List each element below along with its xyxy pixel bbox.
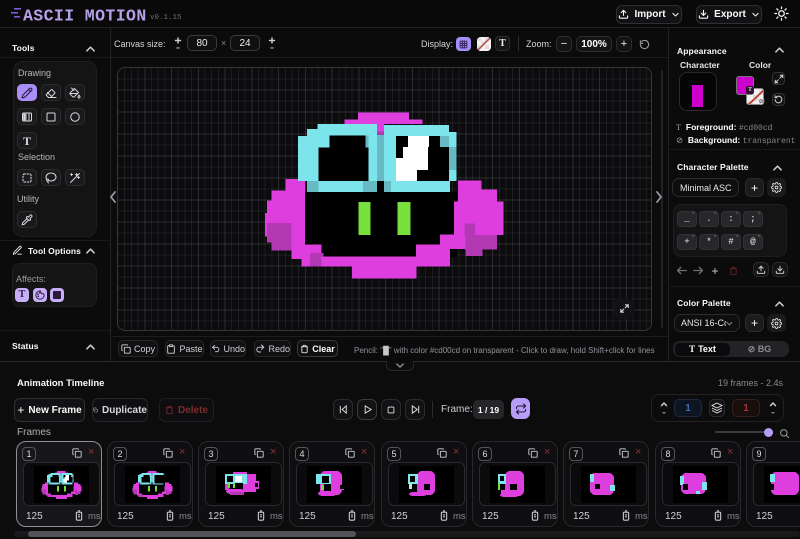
svg-text:v0.1.15: v0.1.15 <box>150 14 182 22</box>
svg-text:ASCII MOTION: ASCII MOTION <box>23 7 147 26</box>
